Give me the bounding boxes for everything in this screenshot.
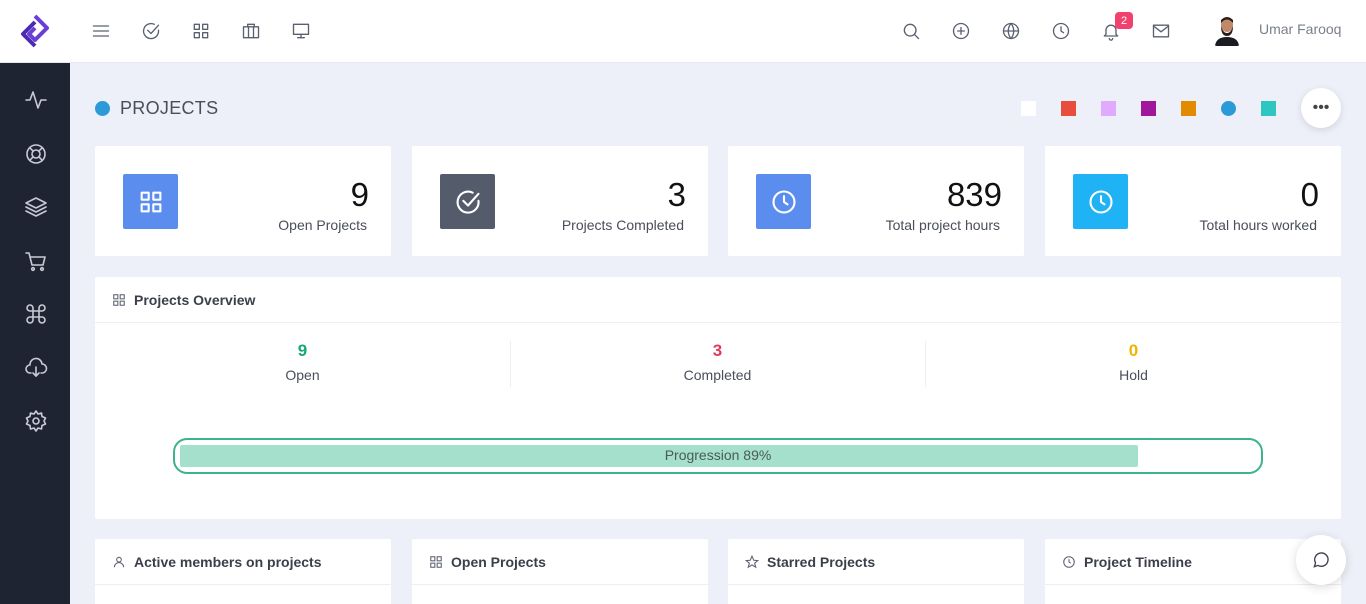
menu-icon[interactable]: [89, 19, 113, 43]
stat-card-total-project-hours: 839 Total project hours: [728, 146, 1024, 256]
theme-swatch-white[interactable]: [1021, 101, 1036, 116]
theme-swatch-red[interactable]: [1061, 101, 1076, 116]
chat-icon: [1313, 552, 1329, 568]
activity-icon[interactable]: [23, 87, 48, 112]
app-logo[interactable]: [0, 0, 70, 63]
stat-label: Total project hours: [885, 217, 1000, 233]
logo-icon: [21, 14, 49, 48]
panel-header: Open Projects: [412, 539, 708, 585]
stat-value: 9: [350, 176, 369, 213]
stat-card-total-hours-worked: 0 Total hours worked: [1045, 146, 1341, 256]
progress-label: Progression 89%: [664, 447, 772, 463]
stat-label: Total hours worked: [1199, 217, 1317, 233]
panel-title: Project Timeline: [1084, 553, 1192, 570]
stat-card-open-projects: 9 Open Projects: [95, 146, 391, 256]
clock-icon: [1063, 555, 1075, 568]
topbar: [70, 0, 1366, 63]
search-icon[interactable]: [899, 19, 923, 43]
check-circle-icon: [440, 174, 495, 229]
panel-title: Projects Overview: [134, 291, 256, 308]
plus-circle-icon[interactable]: [949, 19, 973, 43]
theme-swatch-orange[interactable]: [1181, 101, 1196, 116]
page-title-dot: [95, 101, 110, 116]
overview-completed: 3 Completed: [510, 341, 925, 383]
more-options-button[interactable]: •••: [1301, 88, 1341, 128]
clock-icon: [1073, 174, 1128, 229]
panel-title: Open Projects: [451, 553, 546, 570]
grid-icon: [113, 293, 125, 306]
overview-label: Open: [285, 367, 320, 383]
stat-card-projects-completed: 3 Projects Completed: [412, 146, 708, 256]
panel-title: Starred Projects: [767, 553, 876, 570]
briefcase-icon[interactable]: [239, 19, 263, 43]
clock-icon: [756, 174, 811, 229]
theme-swatch-teal[interactable]: [1261, 101, 1276, 116]
star-icon: [745, 554, 759, 568]
projects-overview-panel: Projects Overview 9 Open 3 Completed 0 H…: [95, 277, 1341, 519]
overview-label: Hold: [1119, 367, 1148, 383]
clock-icon[interactable]: [1049, 19, 1073, 43]
theme-swatch-lavender[interactable]: [1101, 101, 1116, 116]
page-title: PROJECTS: [120, 98, 219, 118]
open-projects-panel: Open Projects: [412, 539, 708, 604]
active-members-panel: Active members on projects: [95, 539, 391, 604]
starred-projects-panel: Starred Projects: [728, 539, 1024, 604]
sidebar: [0, 0, 70, 604]
monitor-icon[interactable]: [289, 19, 313, 43]
panel-header: Projects Overview: [95, 277, 1341, 323]
stat-value: 839: [946, 176, 1002, 213]
stat-value: 3: [667, 176, 686, 213]
panel-header: Active members on projects: [95, 539, 391, 585]
lifebuoy-icon[interactable]: [23, 141, 48, 166]
grid-icon: [430, 555, 442, 568]
progress-bar: Progression 89%: [173, 438, 1263, 474]
stat-value: 0: [1300, 176, 1319, 213]
settings-icon[interactable]: [23, 408, 48, 433]
globe-icon[interactable]: [999, 19, 1023, 43]
user-name[interactable]: Umar Farooq: [1259, 21, 1341, 37]
cart-icon[interactable]: [23, 248, 48, 273]
user-icon: [113, 556, 125, 567]
overview-value: 3: [712, 341, 723, 360]
overview-value: 9: [297, 341, 308, 360]
stat-label: Projects Completed: [561, 217, 684, 233]
check-circle-icon[interactable]: [139, 19, 163, 43]
project-timeline-panel: Project Timeline: [1045, 539, 1341, 604]
grid-icon[interactable]: [189, 19, 213, 43]
panel-title: Active members on projects: [134, 553, 322, 570]
chat-button[interactable]: [1296, 535, 1346, 585]
panel-header: Starred Projects: [728, 539, 1024, 585]
theme-swatch-blue[interactable]: [1221, 101, 1236, 116]
command-icon[interactable]: [23, 301, 48, 326]
notification-badge: 2: [1115, 12, 1133, 29]
mail-icon[interactable]: [1149, 19, 1173, 43]
overview-value: 0: [1128, 341, 1139, 360]
overview-open: 9 Open: [95, 341, 510, 383]
cloud-download-icon[interactable]: [23, 355, 48, 380]
stat-label: Open Projects: [278, 217, 367, 233]
grid-icon: [123, 174, 178, 229]
theme-swatch-purple[interactable]: [1141, 101, 1156, 116]
avatar[interactable]: [1213, 14, 1241, 46]
layers-icon[interactable]: [23, 194, 48, 219]
overview-label: Completed: [683, 367, 752, 383]
overview-hold: 0 Hold: [926, 341, 1341, 383]
